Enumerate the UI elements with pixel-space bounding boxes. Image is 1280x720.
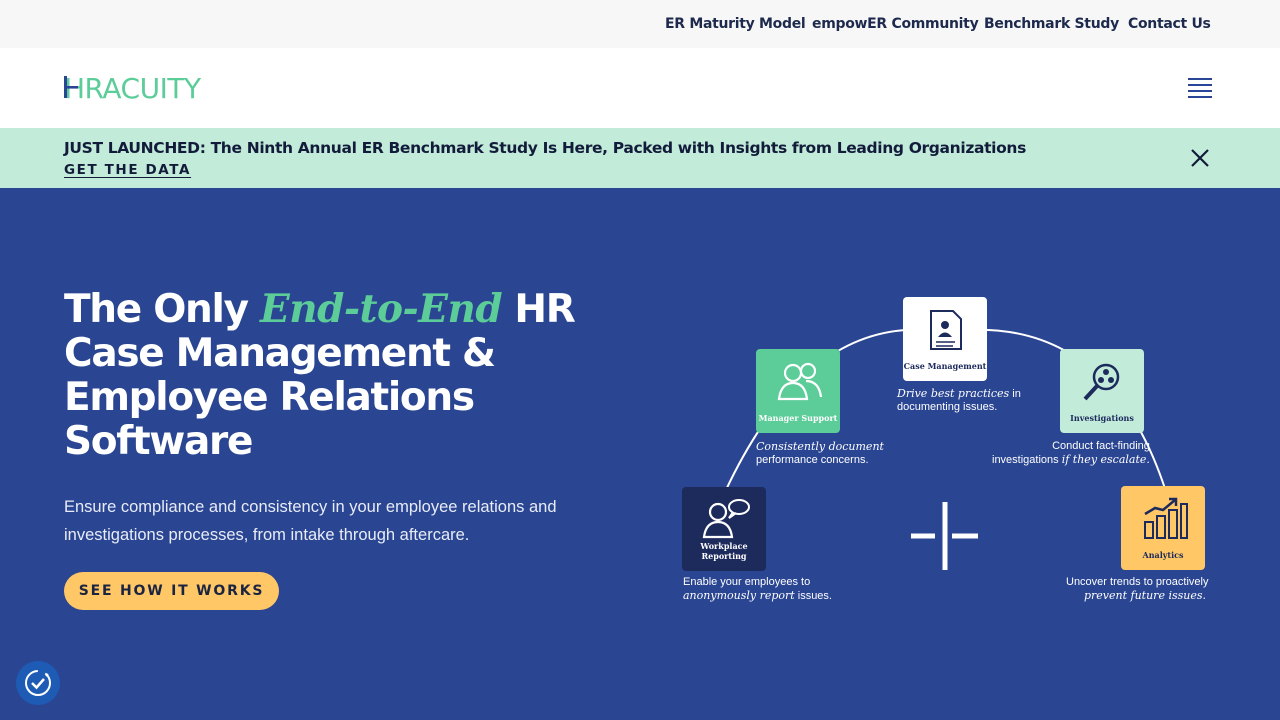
bar-chart-icon [1144, 497, 1188, 539]
nav-link-benchmark-study[interactable]: Benchmark Study [984, 16, 1119, 32]
caption-workplace-reporting: Enable your employees to anonymously rep… [683, 576, 832, 603]
tile-label: Analytics [1142, 550, 1184, 560]
tile-analytics: Analytics [1121, 486, 1205, 570]
utility-nav: ER Maturity Model empowER Community Benc… [0, 0, 1280, 48]
caption-italic: anonymously report [683, 589, 795, 602]
caption-manager-support: Consistently document performance concer… [756, 440, 884, 467]
nav-link-er-maturity-model[interactable]: ER Maturity Model [665, 16, 806, 32]
announcement-banner: JUST LAUNCHED: The Ninth Annual ER Bench… [0, 128, 1280, 188]
caption-text: Conduct fact-finding [1052, 440, 1150, 452]
tile-label: Investigations [1070, 413, 1134, 423]
hr-acuity-logo[interactable]: HRACUITY [64, 72, 234, 105]
logo-text: HRACUITY [64, 74, 202, 104]
caption-text: performance concerns. [756, 454, 869, 466]
caption-text: in [1009, 388, 1021, 400]
caption-analytics: Uncover trends to proactively prevent fu… [1066, 576, 1209, 603]
caption-case-management: Drive best practices in documenting issu… [897, 387, 1021, 414]
site-header: HRACUITY [0, 48, 1280, 128]
tile-label: Workplace Reporting [700, 541, 748, 561]
caption-text: documenting issues. [897, 401, 998, 413]
person-speech-icon [702, 499, 750, 539]
hero-title: The Only End-to-End HR Case Management &… [64, 287, 584, 464]
cookie-check-icon [25, 670, 51, 696]
caption-text: issues. [794, 590, 832, 602]
document-person-icon [930, 310, 962, 350]
caption-text: Enable your employees to [683, 576, 811, 588]
tile-workplace-reporting: Workplace Reporting [682, 487, 766, 571]
caption-investigations: Conduct fact-finding investigations if t… [992, 440, 1150, 467]
close-icon[interactable] [1190, 148, 1210, 168]
caption-text: investigations [992, 454, 1062, 466]
hero-title-highlight: End-to-End [259, 286, 503, 332]
people-icon [777, 362, 823, 401]
menu-hamburger-icon[interactable] [1188, 78, 1212, 98]
tile-label: Manager Support [758, 413, 838, 423]
tile-case-management: Case Management [903, 297, 987, 381]
tile-manager-support: Manager Support [756, 349, 840, 433]
cookie-settings-button[interactable] [16, 661, 60, 705]
caption-italic: Drive best practices [897, 387, 1010, 400]
nav-link-contact-us[interactable]: Contact Us [1128, 16, 1211, 32]
tile-label: Case Management [903, 361, 987, 371]
get-the-data-link[interactable]: GET THE DATA [64, 162, 191, 178]
nav-link-empower-community[interactable]: empowER Community [812, 16, 979, 32]
product-diagram: Case Management Manager Support Investig… [640, 270, 1260, 630]
caption-italic: if they escalate. [1061, 453, 1150, 466]
hero-subtitle: Ensure compliance and consistency in you… [64, 498, 557, 544]
hero-title-pre: The Only [64, 287, 260, 332]
see-how-it-works-button[interactable]: SEE HOW IT WORKS [64, 572, 279, 610]
tile-investigations: Investigations [1060, 349, 1144, 433]
magnifier-people-icon [1083, 363, 1120, 401]
announcement-text: JUST LAUNCHED: The Ninth Annual ER Bench… [64, 139, 1026, 157]
caption-italic: prevent future issues. [1083, 589, 1206, 602]
caption-italic: Consistently document [756, 440, 884, 453]
caption-text: Uncover trends to proactively [1066, 576, 1209, 588]
